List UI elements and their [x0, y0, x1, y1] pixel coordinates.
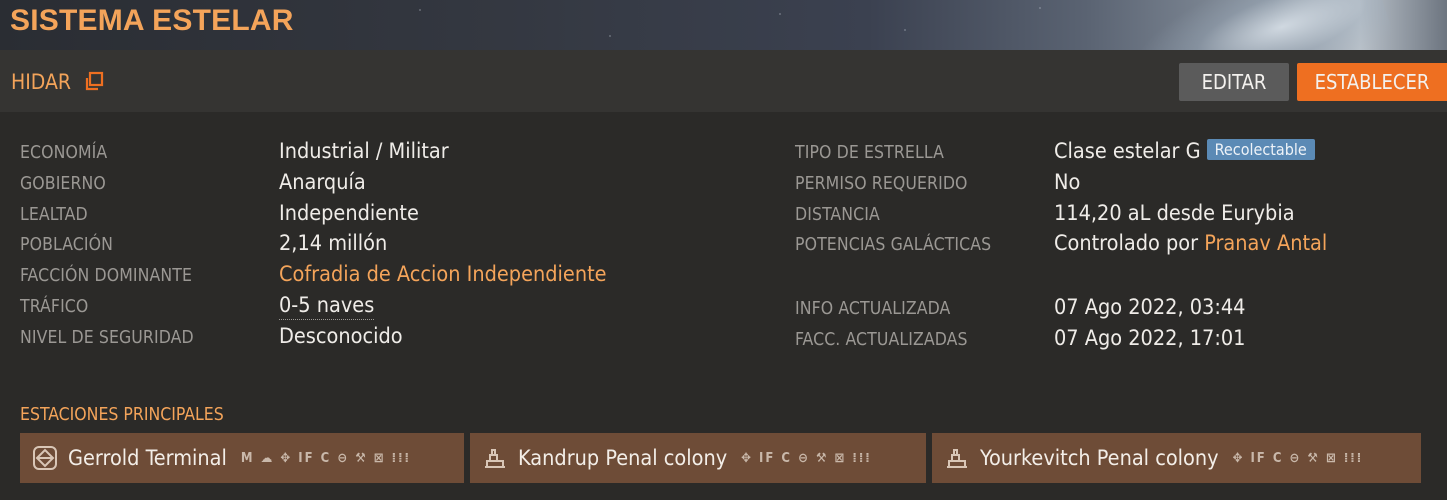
- power-link[interactable]: Pranav Antal: [1204, 231, 1327, 256]
- allegiance-value: Independiente: [279, 201, 419, 226]
- star-class-text: Clase estelar G: [1054, 139, 1201, 164]
- powers-prefix: Controlado por: [1054, 231, 1199, 256]
- station-card-yourkevitch[interactable]: Yourkevitch Penal colony ✥ IF C ⊖ ⚒ ⊠ ⁞⁞…: [932, 433, 1421, 483]
- station-card-kandrup[interactable]: Kandrup Penal colony ✥ IF C ⊖ ⚒ ⊠ ⁞⁞⁞: [470, 433, 926, 483]
- station-services-icons: ✥ IF C ⊖ ⚒ ⊠ ⁞⁞⁞: [741, 450, 872, 466]
- station-services-icons: ✥ IF C ⊖ ⚒ ⊠ ⁞⁞⁞: [1232, 450, 1364, 466]
- traffic-value[interactable]: 0-5 naves: [279, 293, 375, 320]
- security-value: Desconocido: [279, 324, 403, 349]
- allegiance-label: LEALTAD: [20, 205, 88, 225]
- scoopable-badge: Recolectable: [1206, 139, 1315, 160]
- settlement-icon: [944, 445, 970, 471]
- population-label: POBLACIÓN: [20, 235, 114, 255]
- header-banner: SISTEMA ESTELAR: [0, 0, 1447, 50]
- faction-link[interactable]: Cofradia de Accion Independiente: [279, 262, 607, 287]
- edit-button[interactable]: EDITAR: [1179, 63, 1289, 101]
- set-button[interactable]: ESTABLECER: [1297, 63, 1447, 101]
- station-name: Yourkevitch Penal colony: [980, 445, 1219, 471]
- factions-updated-label: FACC. ACTUALIZADAS: [795, 330, 968, 350]
- permit-label: PERMISO REQUERIDO: [795, 174, 968, 194]
- distance-label: DISTANCIA: [795, 205, 880, 225]
- station-services-icons: M ☁ ✥ IF C ⊖ ⚒ ⊠ ⁞⁞⁞: [240, 450, 411, 466]
- powers-label: POTENCIAS GALÁCTICAS: [795, 235, 992, 255]
- traffic-label: TRÁFICO: [20, 297, 89, 317]
- stations-title: ESTACIONES PRINCIPALES: [20, 405, 224, 425]
- star-type-value: Clase estelar G Recolectable: [1054, 139, 1315, 164]
- factions-updated-value: 07 Ago 2022, 17:01: [1054, 326, 1246, 351]
- system-name: HIDAR: [11, 70, 72, 94]
- station-name: Kandrup Penal colony: [518, 445, 728, 471]
- star-type-label: TIPO DE ESTRELLA: [795, 143, 944, 163]
- station-card-gerrold[interactable]: Gerrold Terminal M ☁ ✥ IF C ⊖ ⚒ ⊠ ⁞⁞⁞: [20, 433, 464, 483]
- security-label: NIVEL DE SEGURIDAD: [20, 328, 194, 348]
- powers-value: Controlado por Pranav Antal: [1054, 231, 1327, 256]
- station-name: Gerrold Terminal: [68, 445, 227, 471]
- permit-value: No: [1054, 170, 1081, 195]
- population-value: 2,14 millón: [279, 231, 388, 256]
- traffic-tooltip-trigger[interactable]: 0-5 naves: [279, 293, 375, 320]
- external-link-icon[interactable]: [83, 71, 105, 93]
- government-label: GOBIERNO: [20, 174, 106, 194]
- economy-value: Industrial / Militar: [279, 139, 449, 164]
- page-title: SISTEMA ESTELAR: [10, 4, 294, 37]
- government-value: Anarquía: [279, 170, 366, 195]
- outpost-icon: [32, 445, 58, 471]
- info-updated-value: 07 Ago 2022, 03:44: [1054, 295, 1246, 320]
- system-title: HIDAR: [11, 70, 105, 94]
- economy-label: ECONOMÍA: [20, 143, 108, 163]
- info-updated-label: INFO ACTUALIZADA: [795, 299, 951, 319]
- settlement-icon: [482, 445, 508, 471]
- faction-label: FACCIÓN DOMINANTE: [20, 266, 193, 286]
- distance-value: 114,20 aL desde Eurybia: [1054, 201, 1295, 226]
